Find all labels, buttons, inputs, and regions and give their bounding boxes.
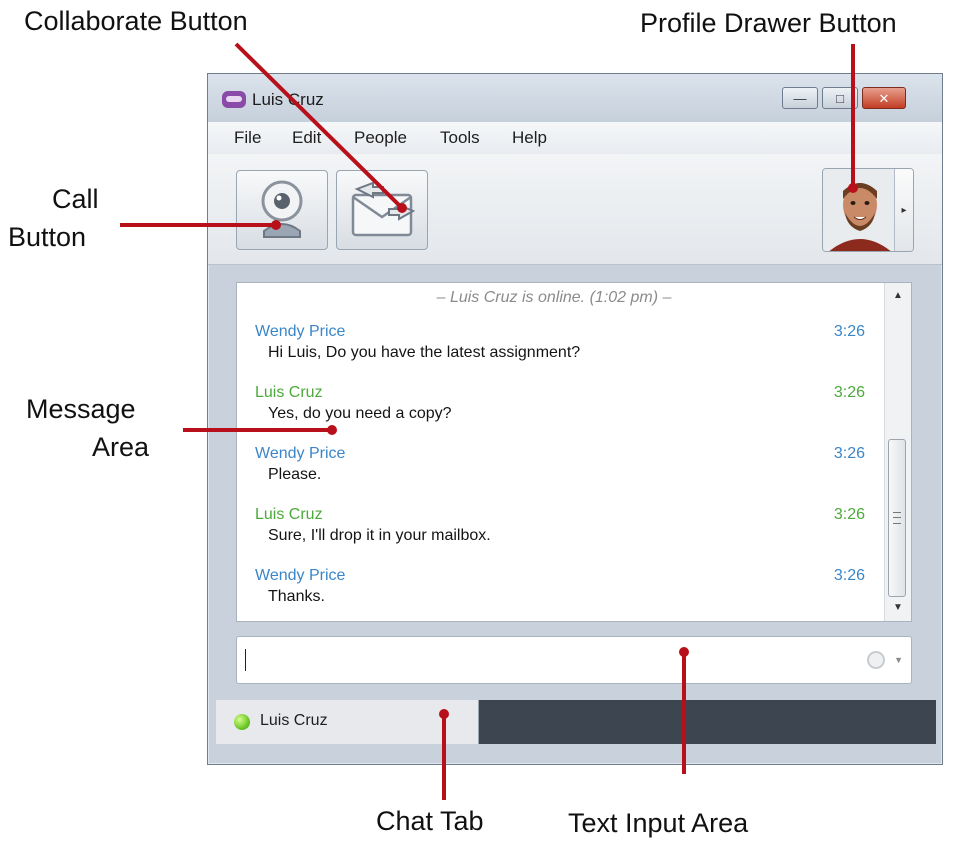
close-icon: ✕ (878, 90, 890, 106)
message-time: 3:26 (833, 506, 865, 523)
callout-call-button-line2: Button (8, 222, 87, 252)
message-time: 3:26 (833, 445, 865, 462)
call-button[interactable] (236, 170, 328, 250)
chevron-down-icon: ▼ (894, 655, 903, 665)
chat-tab[interactable]: Luis Cruz (216, 700, 479, 744)
toolbar: ▸ (208, 154, 942, 265)
message-text: Hi Luis, Do you have the latest assignme… (268, 344, 581, 361)
maximize-button[interactable]: □ (822, 87, 858, 109)
text-caret (245, 649, 246, 671)
message-text: Thanks. (268, 588, 325, 605)
message-item: Luis Cruz 3:26 Sure, I'll drop it in you… (255, 506, 865, 545)
callout-message-area-line2: Area (92, 432, 150, 462)
profile-drawer-arrow-icon: ▸ (894, 169, 913, 251)
menu-people[interactable]: People (354, 128, 407, 148)
window-title: Luis Cruz (252, 90, 324, 109)
message-item: Wendy Price 3:26 Please. (255, 445, 865, 484)
emoticon-button[interactable]: ▼ (867, 650, 903, 670)
message-time: 3:26 (833, 567, 865, 584)
scroll-thumb[interactable] (888, 439, 906, 597)
menu-file[interactable]: File (234, 128, 261, 148)
minimize-icon: — (793, 90, 807, 106)
collaborate-button[interactable] (336, 170, 428, 250)
message-sender: Luis Cruz (255, 506, 323, 523)
grip-icon (893, 512, 901, 524)
callout-call-button-line1: Call (52, 184, 99, 214)
message-time: 3:26 (833, 384, 865, 401)
scroll-down-icon[interactable]: ▼ (885, 597, 911, 619)
menu-tools[interactable]: Tools (440, 128, 480, 148)
callout-chat-tab: Chat Tab (376, 806, 484, 836)
callout-profile-drawer-button: Profile Drawer Button (640, 8, 897, 38)
profile-photo (823, 169, 897, 251)
message-text: Please. (268, 466, 322, 483)
text-input-area[interactable]: ▼ (236, 636, 912, 684)
chat-window: Luis Cruz — □ ✕ File Edit People Tools H… (207, 73, 943, 765)
chat-app-icon (222, 91, 246, 108)
tab-strip: Luis Cruz (216, 700, 936, 744)
callout-text-input-area: Text Input Area (568, 808, 749, 838)
message-scrollbar[interactable]: ▲ ▼ (884, 283, 911, 621)
collaborate-icon (351, 181, 416, 237)
callout-message-area-line1: Message (26, 394, 136, 424)
scroll-up-icon[interactable]: ▲ (885, 285, 911, 307)
message-area[interactable]: – Luis Cruz is online. (1:02 pm) – Wendy… (236, 282, 912, 622)
message-text: Sure, I'll drop it in your mailbox. (268, 527, 491, 544)
callout-collaborate-button: Collaborate Button (24, 6, 248, 36)
close-button[interactable]: ✕ (862, 87, 906, 109)
message-text: Yes, do you need a copy? (268, 405, 452, 422)
online-status-icon (234, 714, 250, 730)
message-item: Luis Cruz 3:26 Yes, do you need a copy? (255, 384, 865, 423)
menu-bar: File Edit People Tools Help (208, 122, 942, 154)
message-sender: Wendy Price (255, 323, 346, 340)
online-status-notice: – Luis Cruz is online. (1:02 pm) – (436, 289, 672, 306)
message-sender: Luis Cruz (255, 384, 323, 401)
message-item: Wendy Price 3:26 Thanks. (255, 567, 865, 606)
chat-tab-label: Luis Cruz (260, 712, 328, 729)
emoticon-icon (867, 651, 885, 669)
webcam-icon (261, 180, 303, 238)
message-item: Wendy Price 3:26 Hi Luis, Do you have th… (255, 323, 865, 362)
title-bar[interactable]: Luis Cruz — □ ✕ (208, 74, 942, 122)
message-sender: Wendy Price (255, 445, 346, 462)
profile-drawer-button[interactable]: ▸ (822, 168, 914, 252)
message-sender: Wendy Price (255, 567, 346, 584)
menu-edit[interactable]: Edit (292, 128, 321, 148)
menu-help[interactable]: Help (512, 128, 547, 148)
minimize-button[interactable]: — (782, 87, 818, 109)
message-time: 3:26 (833, 323, 865, 340)
maximize-icon: □ (836, 90, 844, 106)
